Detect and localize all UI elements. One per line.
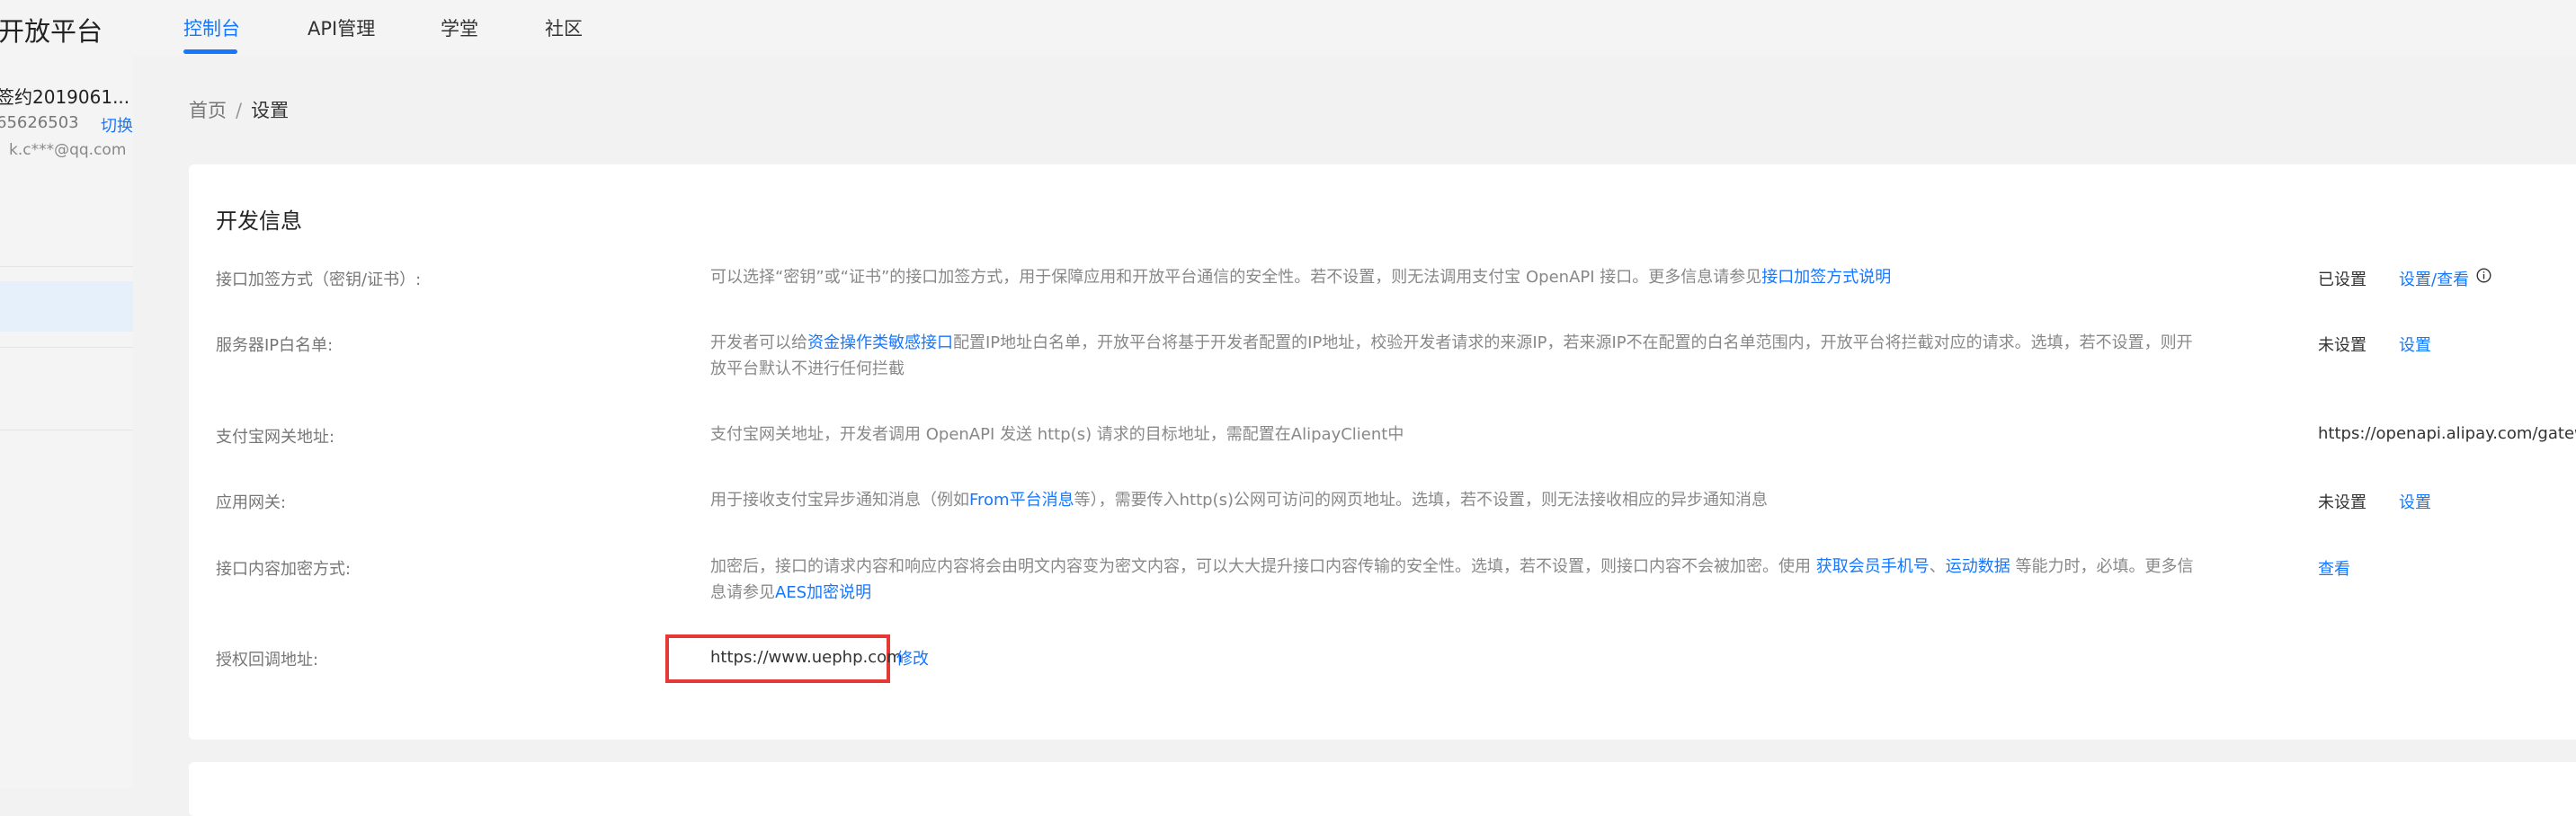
ip-whitelist-status: 未设置 bbox=[2318, 336, 2367, 355]
sidebar-divider bbox=[0, 266, 133, 267]
encryption-method-description: 加密后，接口的请求内容和响应内容将会由明文内容变为密文内容，可以大大提升接口内容… bbox=[710, 554, 2194, 606]
info-icon[interactable] bbox=[2476, 268, 2491, 283]
alipay-gateway-url: https://openapi.alipay.com/gateway.do bbox=[2318, 424, 2576, 443]
section-title: 开发信息 bbox=[216, 208, 302, 234]
signing-status: 已设置 bbox=[2318, 271, 2367, 289]
nav-tab-community[interactable]: 社区 bbox=[545, 14, 583, 41]
signing-set-view-link[interactable]: 设置/查看 bbox=[2399, 267, 2469, 290]
auth-callback-label: 授权回调地址: bbox=[216, 651, 319, 670]
ip-whitelist-set-link[interactable]: 设置 bbox=[2399, 333, 2431, 356]
next-card bbox=[189, 762, 2576, 816]
account-name: 签约2019061... bbox=[0, 86, 130, 108]
active-tab-indicator bbox=[183, 49, 237, 54]
signing-method-label: 接口加签方式（密钥/证书）: bbox=[216, 271, 422, 289]
ip-desc-pre: 开发者可以给 bbox=[710, 333, 807, 352]
auth-callback-url: https://www.uephp.com bbox=[710, 648, 903, 667]
sidebar-item-active[interactable] bbox=[0, 281, 133, 332]
app-gateway-label: 应用网关: bbox=[216, 493, 287, 512]
sensitive-fund-api-link[interactable]: 资金操作类敏感接口 bbox=[807, 333, 953, 352]
account-email: k.c***@qq.com bbox=[9, 141, 127, 159]
ip-whitelist-description: 开发者可以给资金操作类敏感接口配置IP地址白名单，开放平台将基于开发者配置的IP… bbox=[710, 330, 2194, 382]
enc-desc-pre: 加密后，接口的请求内容和响应内容将会由明文内容变为密文内容，可以大大提升接口内容… bbox=[710, 557, 1816, 576]
sports-data-link[interactable]: 运动数据 bbox=[1946, 557, 2010, 576]
dev-info-card bbox=[189, 164, 2576, 740]
app-gateway-status: 未设置 bbox=[2318, 493, 2367, 512]
signing-desc-text: 可以选择“密钥”或“证书”的接口加签方式，用于保障应用和开放平台通信的安全性。若… bbox=[710, 268, 1762, 287]
signing-method-description: 可以选择“密钥”或“证书”的接口加签方式，用于保障应用和开放平台通信的安全性。若… bbox=[710, 264, 2194, 290]
from-platform-message-link[interactable]: From平台消息 bbox=[969, 491, 1074, 510]
alipay-gateway-label: 支付宝网关地址: bbox=[216, 428, 335, 447]
aes-encryption-doc-link[interactable]: AES加密说明 bbox=[775, 583, 871, 602]
enc-desc-sep: 、 bbox=[1929, 557, 1946, 576]
app-gw-desc-pre: 用于接收支付宝异步通知消息（例如 bbox=[710, 491, 969, 510]
auth-callback-edit-link[interactable]: 修改 bbox=[896, 646, 929, 670]
encryption-method-label: 接口内容加密方式: bbox=[216, 560, 352, 579]
nav-tab-api-management[interactable]: API管理 bbox=[308, 14, 375, 41]
top-nav-bar bbox=[0, 0, 2576, 56]
alipay-gateway-description: 支付宝网关地址，开发者调用 OpenAPI 发送 http(s) 请求的目标地址… bbox=[710, 425, 1404, 444]
nav-tab-console[interactable]: 控制台 bbox=[183, 14, 240, 41]
app-gateway-set-link[interactable]: 设置 bbox=[2399, 490, 2431, 513]
ip-whitelist-label: 服务器IP白名单: bbox=[216, 336, 334, 355]
app-gw-desc-post: 等），需要传入http(s)公网可访问的网页地址。选填，若不设置，则无法接收相应… bbox=[1074, 491, 1768, 510]
switch-account-link[interactable]: 切换 bbox=[101, 113, 133, 137]
breadcrumb: 首页 / 设置 bbox=[189, 96, 289, 123]
signing-method-doc-link[interactable]: 接口加签方式说明 bbox=[1761, 268, 1891, 287]
sidebar bbox=[0, 56, 133, 788]
nav-tab-academy[interactable]: 学堂 bbox=[441, 14, 478, 41]
breadcrumb-separator: / bbox=[236, 100, 243, 121]
brand-title[interactable]: 开放平台 bbox=[0, 11, 103, 49]
app-gateway-description: 用于接收支付宝异步通知消息（例如From平台消息等），需要传入http(s)公网… bbox=[710, 487, 2194, 513]
breadcrumb-current: 设置 bbox=[251, 100, 290, 121]
sidebar-divider bbox=[0, 347, 133, 348]
encryption-view-link[interactable]: 查看 bbox=[2318, 556, 2350, 580]
get-member-phone-link[interactable]: 获取会员手机号 bbox=[1816, 557, 1930, 576]
account-id: 65626503 bbox=[0, 113, 79, 132]
breadcrumb-home[interactable]: 首页 bbox=[189, 100, 227, 121]
